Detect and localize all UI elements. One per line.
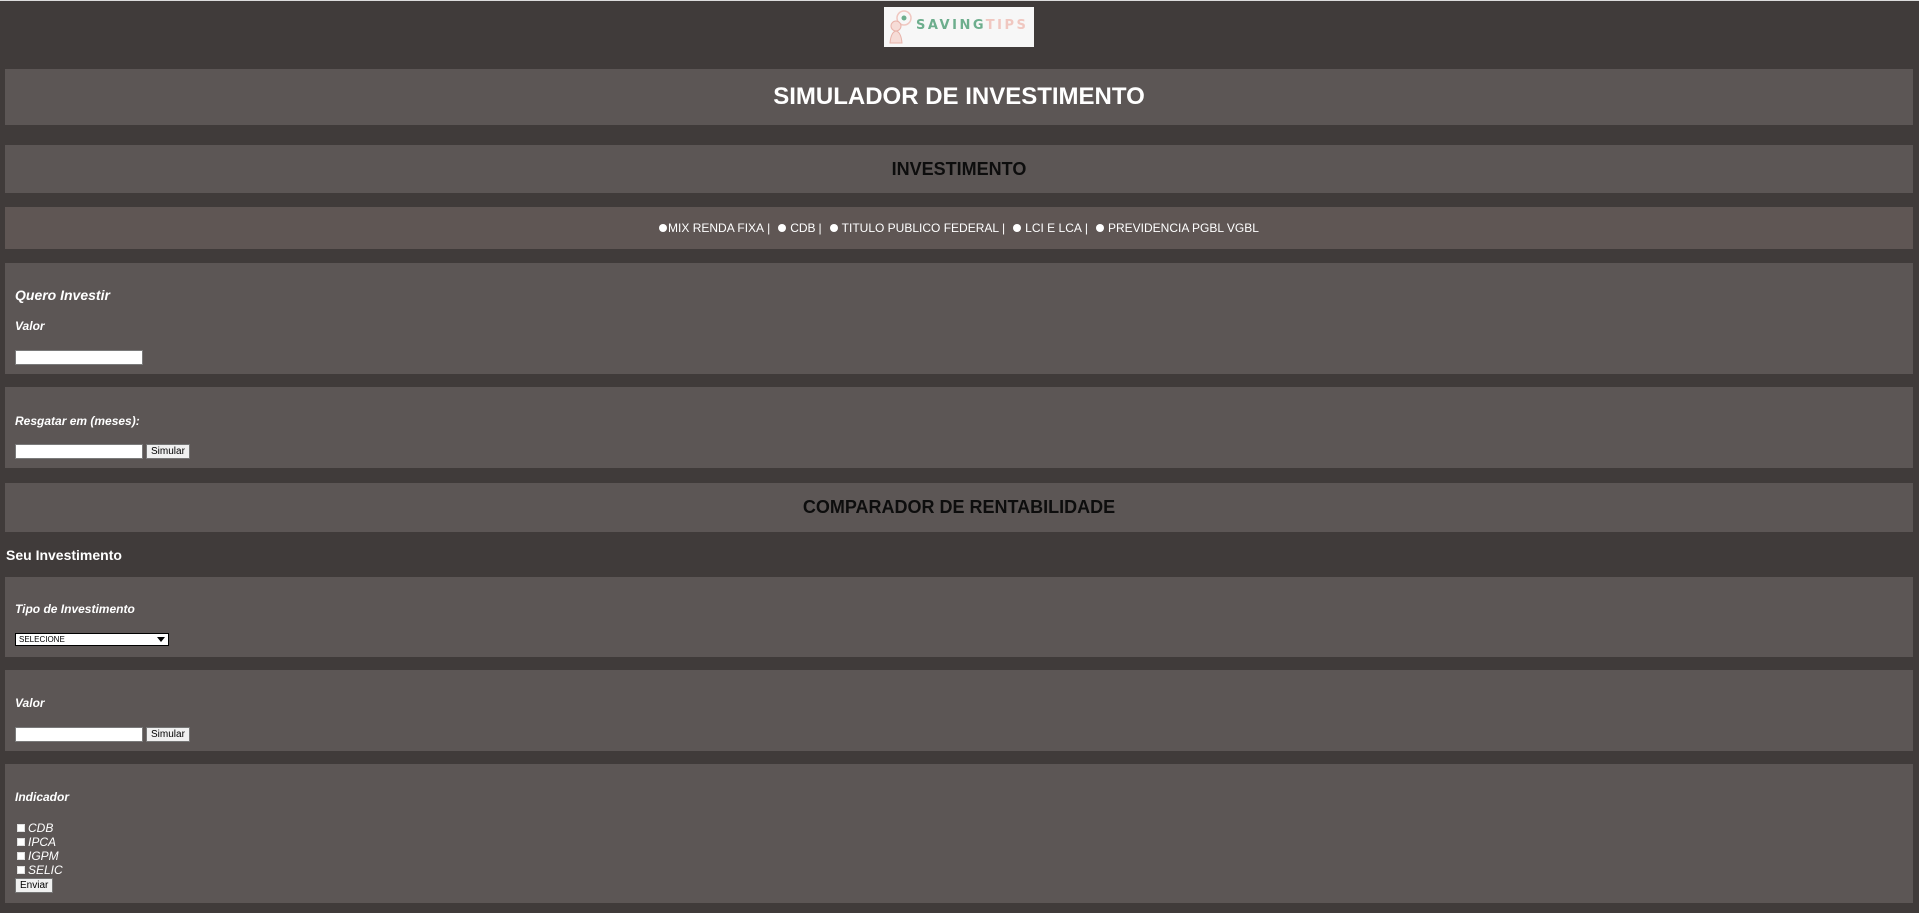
resgatar-panel: Resgatar em (meses): Simular: [5, 387, 1913, 468]
indicador-label: Indicador: [15, 790, 70, 804]
select-value: SELECIONE: [19, 635, 65, 644]
comparador-valor-input[interactable]: [15, 727, 143, 742]
checkbox-igpm[interactable]: [17, 851, 25, 860]
tipo-investimento-select[interactable]: SELECIONE: [15, 633, 169, 646]
indicador-option-ipca[interactable]: IPCA: [17, 835, 56, 849]
quero-investir-panel: Quero Investir Valor: [5, 263, 1913, 374]
comparador-valor-panel: Valor Simular: [5, 670, 1913, 751]
nav-item-cdb[interactable]: CDB: [778, 221, 816, 235]
indicador-option-cdb[interactable]: CDB: [17, 821, 53, 835]
page-title: SIMULADOR DE INVESTIMENTO: [773, 83, 1145, 110]
bullet-icon: [1013, 224, 1022, 232]
investimento-heading: INVESTIMENTO: [891, 158, 1027, 179]
tipo-investimento-label: Tipo de Investimento: [15, 602, 135, 616]
person-with-thought-bubble-icon: [889, 10, 912, 44]
resgatar-meses-input[interactable]: [15, 444, 143, 459]
indicador-option-igpm[interactable]: IGPM: [17, 849, 59, 863]
resgatar-label: Resgatar em (meses):: [15, 414, 140, 428]
chevron-down-icon: [157, 637, 165, 642]
logo-text: SAVINGTIPS: [916, 18, 1029, 33]
nav-separator: |: [1084, 221, 1088, 235]
checkbox-cdb[interactable]: [17, 823, 25, 832]
simular-button[interactable]: Simular: [146, 444, 190, 459]
tipo-investimento-panel: Tipo de Investimento SELECIONE: [5, 577, 1913, 657]
nav-item-previdencia-pgbl-vgbl[interactable]: PREVIDENCIA PGBL VGBL: [1096, 221, 1259, 235]
comparador-title-bar: COMPARADOR DE RENTABILIDADE: [5, 483, 1913, 532]
comparador-simular-button[interactable]: Simular: [146, 727, 190, 742]
checkbox-selic[interactable]: [17, 865, 25, 874]
nav-separator: |: [767, 221, 771, 235]
checkbox-ipca[interactable]: [17, 837, 25, 846]
bullet-icon: [1096, 224, 1104, 232]
valor-input[interactable]: [15, 350, 143, 365]
indicador-option-selic[interactable]: SELIC: [17, 863, 63, 877]
seu-investimento-label: Seu Investimento: [6, 547, 122, 563]
nav-item-lci-e-lca[interactable]: LCI E LCA: [1013, 221, 1082, 235]
investment-types-nav: MIX RENDA FIXA | CDB | TITULO PUBLICO FE…: [5, 207, 1913, 249]
bullet-icon: [778, 224, 787, 232]
site-logo: SAVINGTIPS: [884, 7, 1034, 47]
nav-separator: |: [1002, 221, 1006, 235]
nav-item-titulo-publico-federal[interactable]: TITULO PUBLICO FEDERAL: [829, 221, 999, 235]
nav-separator: |: [818, 221, 822, 235]
bullet-icon: [659, 224, 668, 232]
indicador-panel: Indicador CDB IPCA IGPM SELIC Enviar: [5, 764, 1913, 903]
investimento-title-bar: INVESTIMENTO: [5, 145, 1913, 193]
comparador-heading: COMPARADOR DE RENTABILIDADE: [802, 497, 1116, 517]
quero-investir-heading: Quero Investir: [15, 287, 110, 303]
valor-label: Valor: [15, 319, 45, 333]
enviar-button[interactable]: Enviar: [15, 878, 54, 893]
nav-item-mix-renda-fixa[interactable]: MIX RENDA FIXA: [659, 221, 764, 235]
bullet-icon: [829, 224, 838, 232]
main-title-bar: SIMULADOR DE INVESTIMENTO: [5, 69, 1913, 125]
comparador-valor-label: Valor: [15, 696, 45, 710]
